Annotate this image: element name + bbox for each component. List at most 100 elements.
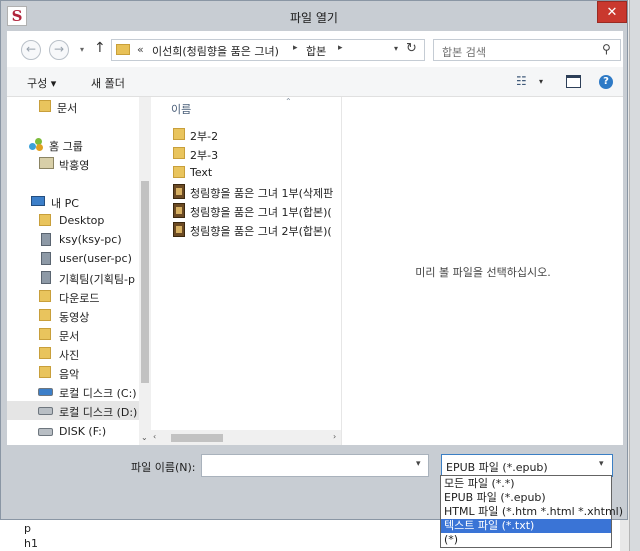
- scroll-right-icon[interactable]: ›: [333, 432, 336, 441]
- file-item-label: 청림향을 품은 그녀 1부(합본)(: [190, 206, 332, 219]
- navigation-bar: ← → ▾ ↑ « 이선희(청림향을 품은 그녀) ▸ 합본 ▸ ▾ ↻ 합본 …: [7, 31, 623, 67]
- sidebar-item-documents[interactable]: 문서: [7, 97, 139, 116]
- organize-button[interactable]: 구성 ▾: [27, 75, 56, 91]
- file-item-label: 청림향을 품은 그녀 2부(합본)(: [190, 225, 332, 238]
- breadcrumb-item-current-folder[interactable]: 합본: [306, 43, 326, 59]
- sidebar-item-label: DISK (F:): [59, 425, 107, 438]
- file-item-epub-part2-combined[interactable]: 청림향을 품은 그녀 2부(합본)(: [171, 220, 341, 239]
- refresh-icon[interactable]: ↻: [406, 41, 417, 56]
- sidebar-scrollbar-thumb[interactable]: [141, 181, 149, 383]
- breadcrumb-separator-icon[interactable]: ▸: [338, 43, 343, 53]
- dialog-title: 파일 열기: [290, 11, 338, 25]
- folder-icon: [39, 347, 51, 359]
- file-item-label: 2부-2: [190, 130, 219, 143]
- file-item-epub-part1-deleted[interactable]: 청림향을 품은 그녀 1부(삭제판: [171, 182, 341, 201]
- sidebar-item-label: 음악: [59, 368, 80, 381]
- file-type-option-star[interactable]: (*): [441, 533, 611, 547]
- folder-icon: [39, 290, 51, 302]
- change-view-icon[interactable]: ☷: [516, 74, 527, 88]
- epub-file-icon: [173, 222, 185, 237]
- content-panes: 문서 홈 그룹 박홍영 내 PC Desktop ksy(ksy-pc) use…: [7, 97, 623, 445]
- file-item-folder-text[interactable]: Text: [171, 163, 341, 182]
- file-list: 이름 ⌃ 2부-2 2부-3 Text 청림향을 품은 그녀 1부(삭제판 청림…: [151, 97, 341, 445]
- file-type-option-all[interactable]: 모든 파일 (*.*): [441, 477, 611, 491]
- epub-file-icon: [173, 203, 185, 218]
- sidebar-item-downloads[interactable]: 다운로드: [7, 287, 139, 306]
- back-button[interactable]: ←: [21, 40, 41, 60]
- scroll-down-icon[interactable]: ⌄: [141, 433, 148, 442]
- sidebar-item-user-pc[interactable]: user(user-pc): [7, 249, 139, 268]
- drive-icon: [38, 407, 53, 415]
- search-box[interactable]: 합본 검색 ⚲: [433, 39, 621, 61]
- sidebar-item-local-disk-c[interactable]: 로컬 디스크 (C:): [7, 382, 139, 401]
- network-computer-icon: [41, 271, 51, 284]
- sidebar-item-music[interactable]: 음악: [7, 363, 139, 382]
- breadcrumb-overflow[interactable]: «: [137, 43, 144, 56]
- sidebar-item-documents-2[interactable]: 문서: [7, 325, 139, 344]
- sidebar-item-label: 문서: [57, 102, 78, 115]
- sidebar-item-label: 내 PC: [51, 197, 79, 210]
- file-type-select[interactable]: EPUB 파일 (*.epub) ▾: [441, 454, 613, 477]
- up-button[interactable]: ↑: [94, 40, 106, 56]
- folder-icon: [39, 214, 51, 226]
- background-tag-h1: h1: [24, 537, 38, 550]
- file-list-scrollbar-thumb[interactable]: [171, 434, 223, 442]
- file-list-horizontal-scrollbar[interactable]: ‹ ›: [151, 430, 341, 445]
- file-type-options-list: 모든 파일 (*.*) EPUB 파일 (*.epub) HTML 파일 (*.…: [440, 475, 623, 548]
- sidebar-item-label: 홈 그룹: [49, 140, 83, 153]
- sidebar-item-videos[interactable]: 동영상: [7, 306, 139, 325]
- preview-pane: 미리 볼 파일을 선택하십시오.: [341, 97, 623, 445]
- sidebar-item-label: 박홍영: [59, 159, 90, 172]
- filename-dropdown-icon[interactable]: ▾: [416, 459, 421, 469]
- scroll-left-icon[interactable]: ‹: [153, 432, 156, 441]
- sidebar-scrollbar[interactable]: ⌄: [139, 97, 151, 445]
- drive-icon: [38, 388, 53, 396]
- pc-icon: [31, 196, 45, 206]
- address-bar[interactable]: « 이선희(청림향을 품은 그녀) ▸ 합본 ▸ ▾ ↻: [111, 39, 425, 61]
- sidebar-item-label: 다운로드: [59, 292, 100, 305]
- sidebar-item-this-pc[interactable]: 내 PC: [7, 192, 139, 211]
- navigation-pane: 문서 홈 그룹 박홍영 내 PC Desktop ksy(ksy-pc) use…: [7, 97, 151, 445]
- file-item-epub-part1-combined[interactable]: 청림향을 품은 그녀 1부(합본)(: [171, 201, 341, 220]
- address-history-dropdown-icon[interactable]: ▾: [394, 44, 398, 53]
- close-button[interactable]: ✕: [597, 1, 627, 23]
- sidebar-item-planning-team[interactable]: 기획팀(기획팀-p: [7, 268, 139, 287]
- title-bar: S 파일 열기 ✕: [1, 1, 627, 31]
- user-icon: [39, 157, 54, 169]
- file-item-label: 청림향을 품은 그녀 1부(삭제판: [190, 187, 334, 200]
- column-header-name[interactable]: 이름: [171, 101, 191, 117]
- folder-icon: [39, 309, 51, 321]
- file-item-folder-2-2[interactable]: 2부-2: [171, 125, 341, 144]
- forward-button[interactable]: →: [49, 40, 69, 60]
- recent-locations-dropdown-icon[interactable]: ▾: [80, 45, 84, 54]
- sidebar-item-label: 사진: [59, 349, 80, 362]
- sidebar-item-homegroup[interactable]: 홈 그룹: [7, 135, 139, 154]
- search-input[interactable]: 합본 검색: [442, 44, 486, 60]
- preview-message: 미리 볼 파일을 선택하십시오.: [415, 266, 551, 279]
- sidebar-item-local-disk-d[interactable]: 로컬 디스크 (D:): [7, 401, 139, 420]
- epub-file-icon: [173, 184, 185, 199]
- preview-pane-icon[interactable]: [566, 75, 581, 88]
- sidebar-item-desktop[interactable]: Desktop: [7, 211, 139, 230]
- file-type-option-html[interactable]: HTML 파일 (*.htm *.html *.xhtml): [441, 505, 623, 519]
- sidebar-item-disk-f[interactable]: DISK (F:): [7, 422, 139, 441]
- new-folder-button[interactable]: 새 폴더: [91, 75, 125, 91]
- breadcrumb-separator-icon[interactable]: ▸: [293, 43, 298, 53]
- sidebar-item-pictures[interactable]: 사진: [7, 344, 139, 363]
- file-item-folder-2-3[interactable]: 2부-3: [171, 144, 341, 163]
- folder-icon: [173, 147, 185, 159]
- file-type-option-epub[interactable]: EPUB 파일 (*.epub): [441, 491, 611, 505]
- sidebar-item-user[interactable]: 박홍영: [7, 154, 139, 173]
- sidebar-item-label: 로컬 디스크 (C:): [59, 387, 137, 400]
- file-type-dropdown-icon[interactable]: ▾: [599, 459, 604, 469]
- sidebar-item-ksy-pc[interactable]: ksy(ksy-pc): [7, 230, 139, 249]
- breadcrumb-item-author-folder[interactable]: 이선희(청림향을 품은 그녀): [152, 43, 279, 59]
- help-icon[interactable]: ?: [599, 75, 613, 89]
- folder-icon: [39, 328, 51, 340]
- file-item-label: Text: [190, 166, 213, 179]
- filename-input[interactable]: ▾: [201, 454, 429, 477]
- folder-icon: [116, 44, 130, 55]
- file-type-option-text[interactable]: 텍스트 파일 (*.txt): [441, 519, 611, 533]
- search-icon[interactable]: ⚲: [602, 42, 611, 56]
- view-options-dropdown-icon[interactable]: ▾: [539, 77, 543, 86]
